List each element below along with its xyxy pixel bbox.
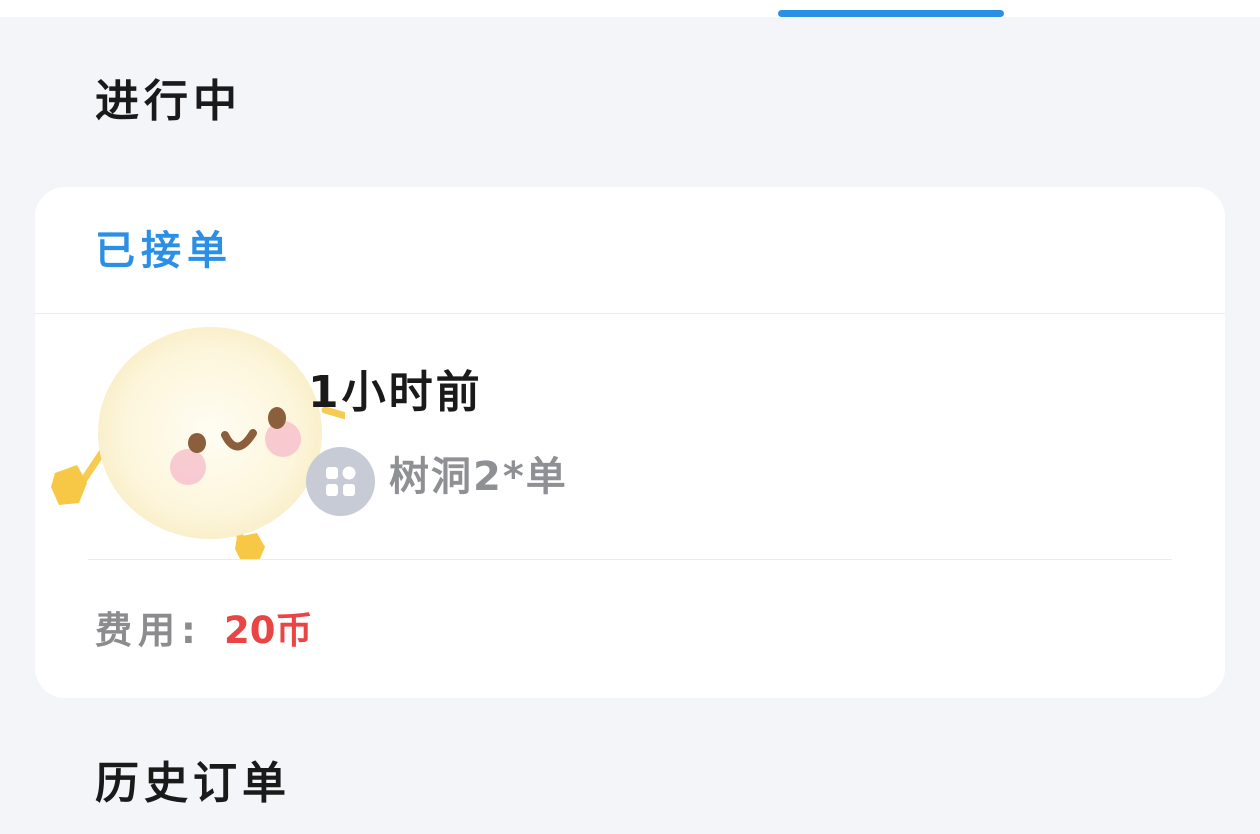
order-card[interactable]: 已接单 1小时前 树洞2*单 费用: 20币 [35,187,1225,698]
fee-value: 20币 [224,609,313,652]
active-tab-indicator [778,10,1004,17]
group-name: 树洞2*单 [389,454,568,500]
order-status-label: 已接单 [95,228,233,274]
card-divider [35,313,1225,314]
ongoing-section-title: 进行中 [95,76,242,127]
card-divider [88,559,1172,560]
mascot-sticker [35,315,387,561]
fee-label: 费用: [95,609,202,652]
history-section-title: 历史订单 [95,758,291,809]
grid-apps-icon [306,447,375,516]
top-tab-bar [0,0,1260,17]
order-time: 1小时前 [308,367,483,418]
